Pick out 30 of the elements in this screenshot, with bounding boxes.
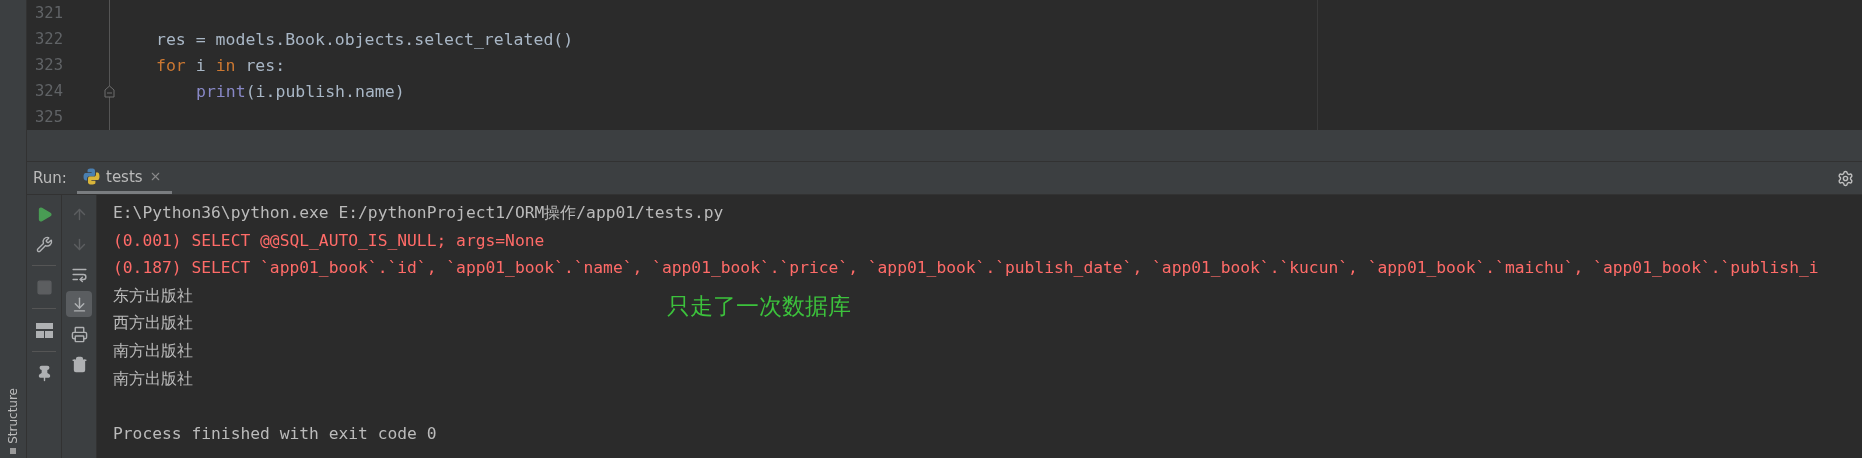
code-line: print(i.publish.name) [195,81,405,101]
wrench-icon [35,235,53,253]
layout-icon [35,322,53,338]
structure-tab[interactable]: Structure [6,388,20,444]
code-line: res = models.Book.objects.select_related() [156,29,574,49]
console-line: E:\Python36\python.exe E:/pythonProject1/ORM操作/app01/tests.py [113,202,724,224]
structure-icon [10,448,16,454]
line-number: 322 [34,30,64,48]
run-label: Run: [32,169,68,187]
line-number: 324 [34,82,64,100]
console-line: 东方出版社 [113,284,193,307]
line-number: 325 [34,108,64,126]
python-icon [83,168,100,185]
code-line: for i in res: [156,55,286,75]
stop-icon [35,278,53,296]
settings-icon[interactable] [1837,169,1854,187]
console-line: (0.001) SELECT @@SQL_AUTO_IS_NULL; args=None [113,229,545,252]
console-line: 西方出版社 [113,312,193,335]
line-number: 321 [34,4,64,22]
line-number: 323 [34,56,64,74]
console-line: 南方出版社 [113,339,193,362]
console-line: (0.187) SELECT `app01_book`.`id`, `app01_book`.`name`, `app01_book`.`price`, `app01_book`.`publish_date`, `app01_book`.`kucun`, `app01_book`.`maichu`, `app01_book`.`publish_i [113,257,1819,280]
console-line: 南方出版社 [113,367,193,390]
scroll-end-button[interactable] [66,291,92,317]
trash-icon [70,355,88,373]
run-tab[interactable]: tests [77,162,172,194]
console-line: Process finished with exit code 0 [113,422,437,445]
fold-marker-icon[interactable] [104,84,115,98]
annotation-text: 只走了一次数据库 [667,292,851,321]
printer-icon [70,325,88,343]
